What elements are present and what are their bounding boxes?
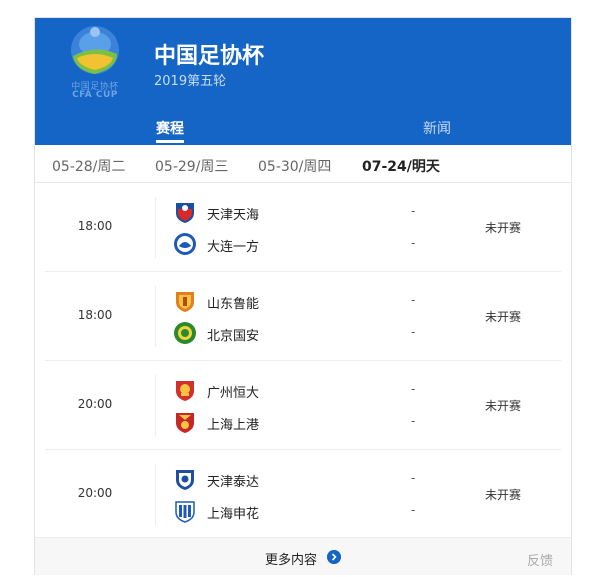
match-row[interactable]: 18:00 天津天海 大连一方 - - 未开赛 [45,183,561,272]
team-name: 天津泰达 [207,475,260,490]
guangzhou-evergrande-badge-icon [176,381,194,401]
match-status: 未开赛 [485,221,522,235]
team-name: 广州恒大 [207,386,260,401]
home-score: - [411,293,416,307]
shanghai-sipg-badge-icon [176,413,194,433]
match-time: 18:00 [77,308,113,322]
dalian-yifang-badge-icon [174,233,196,255]
team-name: 天津天海 [207,208,260,223]
shandong-luneng-badge-icon [176,292,194,312]
match-status: 未开赛 [485,310,522,324]
home-score: - [411,204,416,218]
date-selector: 05-28/周二 05-29/周三 05-30/周四 07-24/明天 [35,145,571,183]
match-row[interactable]: 18:00 山东鲁能 北京国安 - - 未开赛 [45,272,561,361]
tianjin-tianhai-badge-icon [176,203,194,223]
shanghai-shenhua-badge-icon [175,501,195,523]
page-subtitle: 2019第五轮 [154,74,227,89]
divider [155,375,156,436]
tab-schedule[interactable]: 赛程 [156,118,184,138]
feedback-link[interactable]: 反馈 [527,550,553,569]
away-score: - [411,503,416,517]
match-row[interactable]: 20:00 广州恒大 上海上港 - - 未开赛 [45,361,561,450]
more-content-link[interactable]: 更多内容 [265,549,317,568]
match-status: 未开赛 [485,399,522,413]
date-tab-0529[interactable]: 05-29/周三 [155,156,228,176]
team-name: 上海申花 [207,507,260,522]
match-time: 20:00 [77,486,113,500]
card-header: 中国足协杯 CFA CUP 中国足协杯 2019第五轮 赛程 新闻 [35,18,571,145]
page-title: 中国足协杯 [154,44,265,69]
match-row[interactable]: 20:00 天津泰达 上海申花 - - 未开赛 [45,450,561,539]
date-tab-0530[interactable]: 05-30/周四 [258,156,331,176]
match-status: 未开赛 [485,488,522,502]
divider [155,464,156,525]
logo-text-en: CFA CUP [72,90,118,100]
tianjin-teda-badge-icon [176,470,194,490]
match-time: 20:00 [77,397,113,411]
date-tab-0724[interactable]: 07-24/明天 [362,156,440,176]
away-score: - [411,414,416,428]
active-tab-indicator [156,140,184,143]
team-name: 山东鲁能 [207,297,260,312]
match-time: 18:00 [77,219,113,233]
divider [155,286,156,347]
home-score: - [411,382,416,396]
card-footer: 更多内容 反馈 [35,537,571,575]
cup-schedule-card: 中国足协杯 CFA CUP 中国足协杯 2019第五轮 赛程 新闻 05-28/… [34,17,572,575]
date-tab-0528[interactable]: 05-28/周二 [52,156,125,176]
away-score: - [411,236,416,250]
chevron-right-icon[interactable] [327,550,341,564]
team-name: 大连一方 [207,240,260,255]
team-name: 北京国安 [207,329,260,344]
beijing-guoan-badge-icon [174,322,196,344]
tab-news[interactable]: 新闻 [423,118,451,138]
divider [155,197,156,258]
team-name: 上海上港 [207,418,260,433]
home-score: - [411,471,416,485]
away-score: - [411,325,416,339]
